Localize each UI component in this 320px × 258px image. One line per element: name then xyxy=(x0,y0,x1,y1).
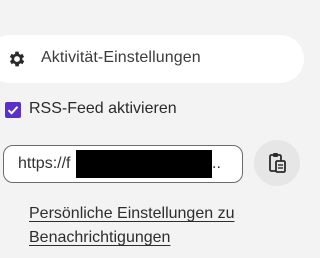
copy-url-button[interactable] xyxy=(254,140,300,186)
clipboard-icon xyxy=(269,153,286,173)
notification-link-line1: Persönliche Einstellungen zu xyxy=(29,205,235,222)
rss-feed-label[interactable]: RSS-Feed aktivieren xyxy=(29,100,177,118)
redaction-block xyxy=(76,150,212,178)
gear-icon xyxy=(7,49,27,69)
activity-settings-label: Aktivität-Einstellungen xyxy=(41,49,201,66)
feed-url-text: https://f xyxy=(18,155,71,172)
notification-settings-link[interactable]: Persönliche Einstellungen zu Benachricht… xyxy=(29,202,299,250)
activity-settings-button[interactable]: Aktivität-Einstellungen xyxy=(0,35,304,83)
feed-url-ellipsis: .. xyxy=(212,155,221,172)
rss-feed-checkbox[interactable] xyxy=(5,102,21,118)
checkmark-icon xyxy=(7,106,19,115)
feed-url-field[interactable]: https://f .. xyxy=(3,145,243,183)
notification-link-line2: Benachrichtigungen xyxy=(29,229,171,246)
